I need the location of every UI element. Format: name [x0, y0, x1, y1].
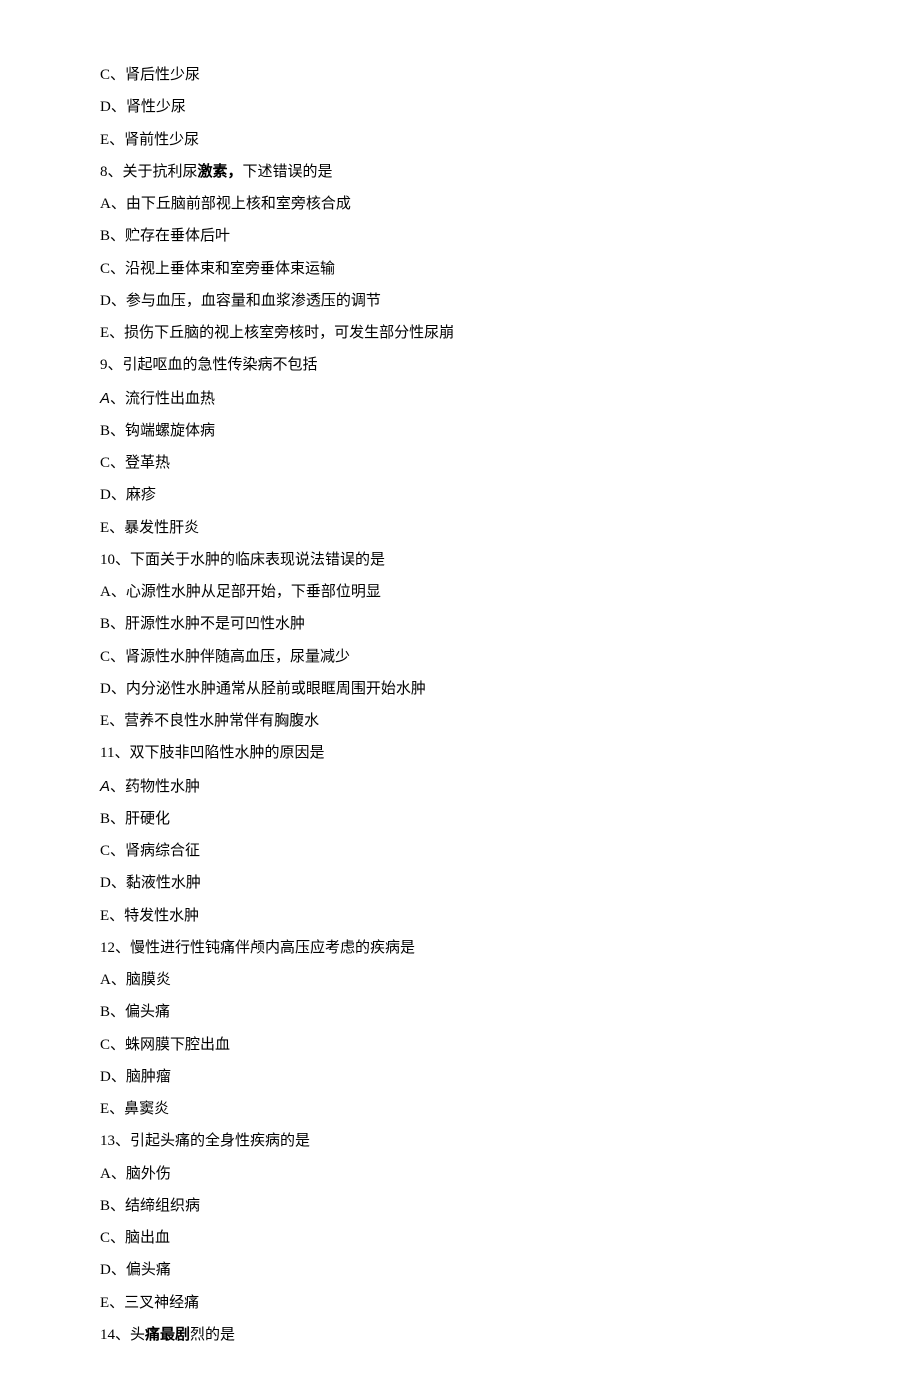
- text-line: A、流行性出血热: [100, 388, 820, 411]
- text-segment: B、结缔组织病: [100, 1198, 200, 1214]
- text-segment: D、黏液性水肿: [100, 875, 201, 891]
- text-line: B、肝源性水肿不是可凹性水肿: [100, 614, 820, 636]
- text-segment: A: [100, 778, 110, 795]
- text-segment: E、三叉神经痛: [100, 1295, 199, 1311]
- text-line: E、三叉神经痛: [100, 1293, 820, 1315]
- text-line: 12、慢性进行性钝痛伴颅内高压应考虑的疾病是: [100, 938, 820, 960]
- text-segment: 11、双下肢非凹陷性水肿的原因是: [100, 745, 324, 761]
- text-line: D、偏头痛: [100, 1260, 820, 1282]
- text-line: D、麻疹: [100, 485, 820, 507]
- text-line: B、贮存在垂体后叶: [100, 226, 820, 248]
- text-segment: C、脑出血: [100, 1230, 170, 1246]
- text-segment: 14、头: [100, 1327, 145, 1343]
- text-line: 13、引起头痛的全身性疾病的是: [100, 1131, 820, 1153]
- text-segment: A、由下丘脑前部视上核和室旁核合成: [100, 196, 351, 212]
- text-segment: D、内分泌性水肿通常从胫前或眼眶周围开始水肿: [100, 681, 426, 697]
- text-line: E、损伤下丘脑的视上核室旁核时，可发生部分性尿崩: [100, 323, 820, 345]
- text-line: A、药物性水肿: [100, 776, 820, 799]
- text-segment: B、偏头痛: [100, 1004, 170, 1020]
- text-line: 10、下面关于水肿的临床表现说法错误的是: [100, 550, 820, 572]
- document-page: C、肾后性少尿 D、肾性少尿 E、肾前性少尿 8、关于抗利尿激素，下述错误的是 A、由下…: [0, 0, 920, 1397]
- text-line: C、肾源性水肿伴随高血压，尿量减少: [100, 647, 820, 669]
- text-line: E、特发性水肿: [100, 906, 820, 928]
- text-line: 8、关于抗利尿激素，下述错误的是: [100, 162, 820, 184]
- text-segment: 9、引起呕血的急性传染病不包括: [100, 357, 318, 373]
- text-segment: C、沿视上垂体束和室旁垂体束运输: [100, 261, 335, 277]
- text-segment: B、肝源性水肿不是可凹性水肿: [100, 616, 305, 632]
- text-line: E、暴发性肝炎: [100, 518, 820, 540]
- text-segment: E、营养不良性水肿常伴有胸腹水: [100, 713, 319, 729]
- text-segment: A、心源性水肿从足部开始，下垂部位明显: [100, 584, 381, 600]
- text-segment: 、药物性水肿: [110, 779, 200, 795]
- text-segment: E、损伤下丘脑的视上核室旁核时，可发生部分性尿崩: [100, 325, 454, 341]
- text-segment: 13、引起头痛的全身性疾病的是: [100, 1133, 310, 1149]
- text-segment: 10、下面关于水肿的临床表现说法错误的是: [100, 552, 385, 568]
- text-line: A、脑外伤: [100, 1164, 820, 1186]
- text-segment: B、钩端螺旋体病: [100, 423, 215, 439]
- text-line: E、鼻窦炎: [100, 1099, 820, 1121]
- text-line: E、肾前性少尿: [100, 130, 820, 152]
- text-segment: 激素，: [198, 164, 243, 180]
- text-line: C、脑出血: [100, 1228, 820, 1250]
- text-segment: C、肾病综合征: [100, 843, 200, 859]
- text-segment: E、肾前性少尿: [100, 132, 199, 148]
- text-segment: 12、慢性进行性钝痛伴颅内高压应考虑的疾病是: [100, 940, 415, 956]
- text-line: B、结缔组织病: [100, 1196, 820, 1218]
- text-line: A、心源性水肿从足部开始，下垂部位明显: [100, 582, 820, 604]
- text-line: D、内分泌性水肿通常从胫前或眼眶周围开始水肿: [100, 679, 820, 701]
- text-segment: D、脑肿瘤: [100, 1069, 171, 1085]
- text-line: C、沿视上垂体束和室旁垂体束运输: [100, 259, 820, 281]
- text-line: D、肾性少尿: [100, 97, 820, 119]
- text-segment: E、鼻窦炎: [100, 1101, 169, 1117]
- text-segment: A、脑膜炎: [100, 972, 171, 988]
- text-line: D、参与血压，血容量和血浆渗透压的调节: [100, 291, 820, 313]
- text-segment: D、麻疹: [100, 487, 156, 503]
- text-segment: 烈的是: [190, 1327, 235, 1343]
- text-segment: E、暴发性肝炎: [100, 520, 199, 536]
- text-segment: D、偏头痛: [100, 1262, 171, 1278]
- text-line: A、脑膜炎: [100, 970, 820, 992]
- text-line: C、肾后性少尿: [100, 65, 820, 87]
- text-line: C、登革热: [100, 453, 820, 475]
- text-segment: A: [100, 390, 110, 407]
- text-segment: D、肾性少尿: [100, 99, 186, 115]
- text-segment: C、登革热: [100, 455, 170, 471]
- text-segment: C、肾后性少尿: [100, 67, 200, 83]
- text-segment: C、蛛网膜下腔出血: [100, 1037, 230, 1053]
- text-line: B、钩端螺旋体病: [100, 421, 820, 443]
- text-line: C、蛛网膜下腔出血: [100, 1035, 820, 1057]
- text-segment: D、参与血压，血容量和血浆渗透压的调节: [100, 293, 381, 309]
- text-segment: E、特发性水肿: [100, 908, 199, 924]
- text-segment: B、贮存在垂体后叶: [100, 228, 230, 244]
- text-segment: C、肾源性水肿伴随高血压，尿量减少: [100, 649, 350, 665]
- text-segment: A、脑外伤: [100, 1166, 171, 1182]
- text-line: 9、引起呕血的急性传染病不包括: [100, 355, 820, 377]
- text-line: C、肾病综合征: [100, 841, 820, 863]
- text-line: D、黏液性水肿: [100, 873, 820, 895]
- text-segment: 、流行性出血热: [110, 391, 215, 407]
- text-line: A、由下丘脑前部视上核和室旁核合成: [100, 194, 820, 216]
- text-line: D、脑肿瘤: [100, 1067, 820, 1089]
- text-line: 11、双下肢非凹陷性水肿的原因是: [100, 743, 820, 765]
- text-line: E、营养不良性水肿常伴有胸腹水: [100, 711, 820, 733]
- text-line: 14、头痛最剧烈的是: [100, 1325, 820, 1347]
- text-segment: 下述错误的是: [243, 164, 333, 180]
- text-segment: 8、关于抗利尿: [100, 164, 198, 180]
- text-segment: B、肝硬化: [100, 811, 170, 827]
- text-line: B、肝硬化: [100, 809, 820, 831]
- text-segment: 痛最剧: [145, 1327, 190, 1343]
- text-line: B、偏头痛: [100, 1002, 820, 1024]
